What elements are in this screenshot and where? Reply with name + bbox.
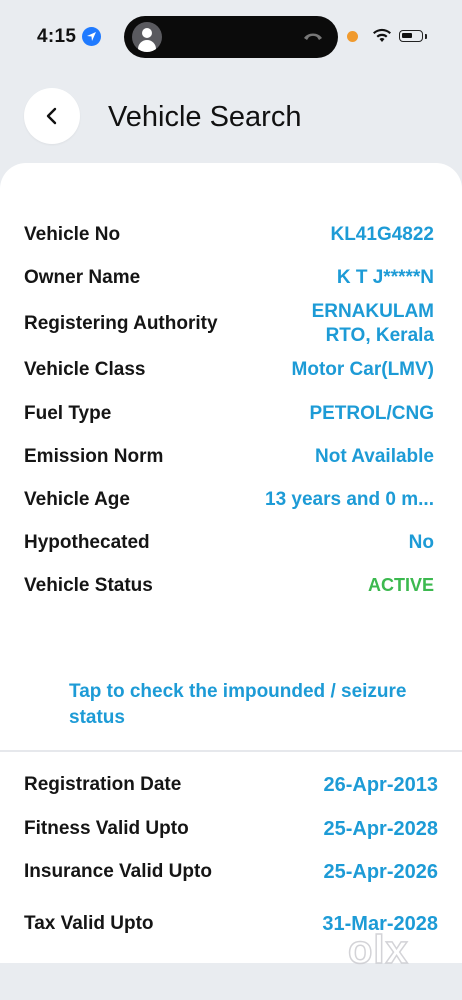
registering-authority-value: ERNAKULAM RTO, Kerala — [311, 301, 434, 346]
olx-watermark: olx — [347, 927, 409, 973]
detail-row-registering-authority: Registering Authority ERNAKULAM RTO, Ker… — [24, 301, 434, 363]
owner-name-value: K T J*****N — [336, 267, 434, 288]
fuel-type-value: PETROL/CNG — [309, 403, 434, 424]
insurance-valid-label: Insurance Valid Upto — [24, 861, 212, 882]
status-bar: 4:15 — [0, 0, 462, 76]
hypothecated-label: Hypothecated — [24, 532, 150, 553]
fitness-valid-label: Fitness Valid Upto — [24, 818, 189, 839]
tax-valid-label: Tax Valid Upto — [24, 913, 154, 934]
emission-norm-label: Emission Norm — [24, 446, 164, 467]
location-arrow-icon — [82, 27, 101, 46]
registration-date-label: Registration Date — [24, 774, 182, 795]
insurance-valid-value: 25-Apr-2026 — [323, 861, 438, 883]
wifi-icon — [373, 28, 391, 42]
vehicle-details-card: Vehicle No KL41G4822 Owner Name K T J***… — [0, 163, 462, 963]
vehicle-status-label: Vehicle Status — [24, 575, 153, 596]
registering-authority-label: Registering Authority — [24, 313, 218, 334]
vehicle-status-badge: ACTIVE — [367, 575, 434, 595]
chevron-left-icon — [46, 107, 57, 125]
vehicle-class-label: Vehicle Class — [24, 359, 146, 380]
page-title: Vehicle Search — [108, 101, 302, 133]
hypothecated-value: No — [408, 532, 434, 553]
detail-row-fuel-type: Fuel Type PETROL/CNG — [24, 403, 434, 433]
detail-row-vehicle-no: Vehicle No KL41G4822 — [24, 224, 434, 254]
validity-row-fitness: Fitness Valid Upto 25-Apr-2028 — [24, 818, 438, 848]
vehicle-age-value: 13 years and 0 m... — [265, 489, 434, 510]
dynamic-island[interactable] — [124, 16, 338, 58]
recording-dot-icon — [347, 31, 358, 42]
detail-row-vehicle-class: Vehicle Class Motor Car(LMV) — [24, 359, 434, 389]
detail-row-vehicle-age: Vehicle Age 13 years and 0 m... — [24, 489, 434, 519]
detail-row-owner-name: Owner Name K T J*****N — [24, 267, 434, 297]
vehicle-age-label: Vehicle Age — [24, 489, 130, 510]
registration-date-value: 26-Apr-2013 — [323, 774, 438, 796]
section-divider — [0, 750, 462, 752]
fuel-type-label: Fuel Type — [24, 403, 112, 424]
validity-row-insurance: Insurance Valid Upto 25-Apr-2026 — [24, 861, 438, 891]
phone-hangup-icon — [304, 33, 322, 40]
vehicle-no-label: Vehicle No — [24, 224, 121, 245]
battery-icon — [399, 30, 423, 42]
vehicle-no-value: KL41G4822 — [330, 224, 434, 245]
back-button[interactable] — [24, 88, 80, 144]
avatar-icon — [132, 22, 162, 52]
detail-row-vehicle-status: Vehicle Status ACTIVE — [24, 575, 434, 605]
fitness-valid-value: 25-Apr-2028 — [323, 818, 438, 840]
owner-name-label: Owner Name — [24, 267, 141, 288]
validity-row-registration-date: Registration Date 26-Apr-2013 — [24, 774, 438, 804]
emission-norm-value: Not Available — [315, 446, 434, 467]
vehicle-class-value: Motor Car(LMV) — [291, 359, 434, 380]
status-time: 4:15 — [37, 26, 77, 47]
impound-status-link[interactable]: Tap to check the impounded / seizure sta… — [69, 679, 409, 731]
detail-row-emission-norm: Emission Norm Not Available — [24, 446, 434, 476]
detail-row-hypothecated: Hypothecated No — [24, 532, 434, 562]
